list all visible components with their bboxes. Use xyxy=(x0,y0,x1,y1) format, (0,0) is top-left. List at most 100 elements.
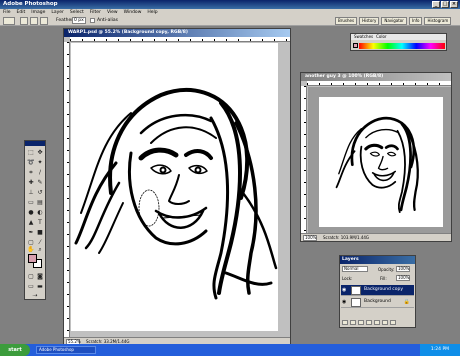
layer-style-icon[interactable] xyxy=(350,320,356,325)
blend-mode-select[interactable]: Normal xyxy=(342,266,368,272)
document-statusbar-second: 100% Scratch: 103.9M/1.44G xyxy=(301,233,451,241)
healing-brush-tool-icon[interactable]: ✚ xyxy=(27,179,35,187)
document-window-second[interactable]: another guy 3 @ 100% (RGB/8) 100% Scratc… xyxy=(300,72,452,242)
move-tool-icon[interactable]: ✥ xyxy=(36,149,44,157)
menu-help[interactable]: Help xyxy=(147,9,157,16)
layers-palette: Layers Normal Opacity: 100% Lock: Fill: … xyxy=(339,255,416,328)
standard-mode-icon[interactable]: ▢ xyxy=(27,273,35,281)
document-window-main[interactable]: WARP1.psd @ 55.2% (Background copy, RGB/… xyxy=(63,28,291,346)
vertical-ruler-second[interactable] xyxy=(301,86,307,233)
color-spectrum-bar[interactable] xyxy=(359,43,445,49)
jump-to-imageready-icon[interactable]: ⇢ xyxy=(31,292,39,300)
maximize-button[interactable]: □ xyxy=(441,1,449,8)
type-tool-icon[interactable]: T xyxy=(36,219,44,227)
marquee-tool-preset-icon[interactable] xyxy=(3,17,15,25)
menu-layer[interactable]: Layer xyxy=(51,9,64,16)
color-palette: Swatches Color xyxy=(350,33,447,51)
horizontal-ruler[interactable] xyxy=(70,37,290,42)
menu-bar: File Edit Image Layer Select Filter View… xyxy=(0,9,460,16)
full-screen-mode-icon[interactable]: ▬ xyxy=(36,283,44,291)
close-button[interactable]: × xyxy=(450,1,458,8)
document-title[interactable]: WARP1.psd @ 55.2% (Background copy, RGB/… xyxy=(64,29,290,37)
antialias-checkbox[interactable] xyxy=(90,18,95,23)
horizontal-ruler-second[interactable] xyxy=(307,81,451,86)
start-button[interactable]: start xyxy=(0,344,30,356)
lasso-tool-icon[interactable]: ➰ xyxy=(27,159,35,167)
menu-filter[interactable]: Filter xyxy=(90,9,101,16)
window-controls: _ □ × xyxy=(432,1,458,8)
foreground-color-swatch[interactable] xyxy=(28,254,37,263)
layers-title[interactable]: Layers xyxy=(340,256,415,264)
lock-icon: 🔒 xyxy=(403,299,410,305)
tab-info[interactable]: Info xyxy=(408,17,423,25)
document-title-second[interactable]: another guy 3 @ 100% (RGB/8) xyxy=(301,73,451,81)
vertical-ruler[interactable] xyxy=(64,42,70,337)
history-brush-tool-icon[interactable]: ↺ xyxy=(36,189,44,197)
fill-input[interactable]: 100% xyxy=(396,275,410,281)
layer-thumbnail xyxy=(351,286,361,295)
subtract-selection-icon[interactable] xyxy=(40,17,48,25)
toolbox-titlebar[interactable] xyxy=(25,141,45,146)
layer-mask-icon[interactable] xyxy=(358,320,364,325)
link-layers-icon[interactable] xyxy=(342,320,348,325)
eye-icon[interactable]: ◉ xyxy=(342,287,348,293)
trash-icon[interactable] xyxy=(390,320,396,325)
eye-icon[interactable]: ◉ xyxy=(342,299,348,305)
tab-navigator[interactable]: Navigator xyxy=(381,17,407,25)
layer-name: Background xyxy=(364,299,391,304)
dodge-tool-icon[interactable]: ◐ xyxy=(36,209,44,217)
layer-row-background[interactable]: ◉ Background 🔒 xyxy=(341,297,414,308)
tab-history[interactable]: History xyxy=(359,17,380,25)
minimize-button[interactable]: _ xyxy=(432,1,440,8)
opacity-input[interactable]: 100% xyxy=(396,266,410,272)
clone-stamp-tool-icon[interactable]: ⊥ xyxy=(27,189,35,197)
color-palette-tabs: Swatches Color xyxy=(351,34,446,40)
screen-mode-icon[interactable]: ▭ xyxy=(27,283,35,291)
opacity-label: Opacity: xyxy=(378,267,395,272)
caricature-artwork xyxy=(74,87,278,300)
brush-tool-icon[interactable]: ✎ xyxy=(36,179,44,187)
menu-file[interactable]: File xyxy=(3,9,11,16)
add-selection-icon[interactable] xyxy=(30,17,38,25)
menu-edit[interactable]: Edit xyxy=(17,9,26,16)
slice-tool-icon[interactable]: ∕ xyxy=(36,169,44,177)
canvas-second[interactable] xyxy=(319,97,443,227)
marquee-tool-icon[interactable]: ⬚ xyxy=(27,149,35,157)
menu-select[interactable]: Select xyxy=(70,9,84,16)
path-selection-tool-icon[interactable]: ▲ xyxy=(27,219,35,227)
crop-tool-icon[interactable]: ⌗ xyxy=(27,169,35,177)
antialias-label: Anti-alias xyxy=(97,18,118,23)
pen-tool-icon[interactable]: ✒ xyxy=(27,229,35,237)
fill-label: Fill: xyxy=(380,276,387,281)
taskbar-item-photoshop[interactable]: Adobe Photoshop xyxy=(36,346,96,354)
canvas[interactable] xyxy=(71,43,278,331)
tab-color[interactable]: Color xyxy=(376,34,386,40)
tab-brushes[interactable]: Brushes xyxy=(335,17,358,25)
magic-wand-tool-icon[interactable]: ✦ xyxy=(36,159,44,167)
tab-swatches[interactable]: Swatches xyxy=(354,34,373,40)
app-title: Adobe Photoshop xyxy=(3,1,58,7)
blur-tool-icon[interactable]: ● xyxy=(27,209,35,217)
new-selection-icon[interactable] xyxy=(20,17,28,25)
menu-image[interactable]: Image xyxy=(31,9,45,16)
zoom-tool-icon[interactable]: ⌕ xyxy=(36,246,44,254)
layer-name: Background copy xyxy=(364,287,404,292)
caricature-artwork-second xyxy=(335,116,419,214)
gradient-tool-icon[interactable]: ▤ xyxy=(36,199,44,207)
menu-view[interactable]: View xyxy=(107,9,118,16)
adjustment-layer-icon[interactable] xyxy=(374,320,380,325)
new-layer-icon[interactable] xyxy=(382,320,388,325)
feather-input[interactable]: 0 px xyxy=(72,17,86,24)
zoom-field-second[interactable]: 100% xyxy=(303,235,317,241)
menu-window[interactable]: Window xyxy=(124,9,142,16)
shape-tool-icon[interactable]: ■ xyxy=(36,229,44,237)
layer-row-background-copy[interactable]: ◉ Background copy xyxy=(341,285,414,296)
new-set-icon[interactable] xyxy=(366,320,372,325)
quick-mask-mode-icon[interactable]: ◙ xyxy=(36,273,44,281)
hand-tool-icon[interactable]: ✋ xyxy=(27,246,35,254)
lock-row: Lock: Fill: 100% xyxy=(340,275,415,283)
color-palette-fg-swatch[interactable] xyxy=(353,43,358,48)
tab-histogram[interactable]: Histogram xyxy=(424,17,452,25)
eraser-tool-icon[interactable]: ▭ xyxy=(27,199,35,207)
scratch-info-second[interactable]: Scratch: 103.9M/1.44G xyxy=(323,234,369,241)
